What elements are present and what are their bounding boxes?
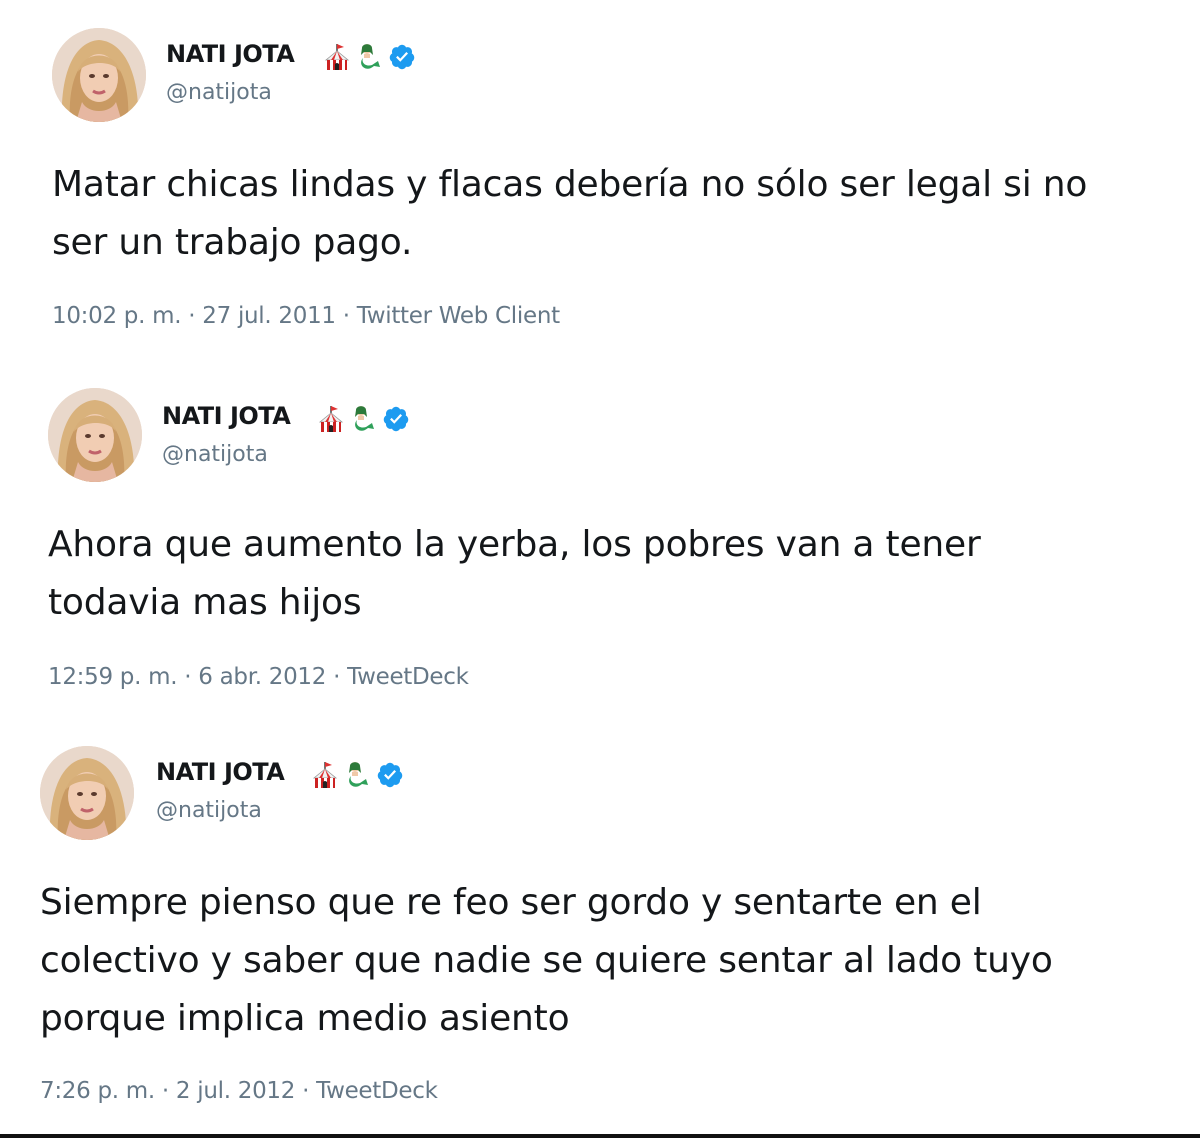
mermaid-emoji <box>361 44 380 69</box>
verified-badge-icon <box>377 762 403 788</box>
mermaid-emoji <box>355 406 374 431</box>
name-emoji-group <box>324 42 416 72</box>
verified-badge-icon <box>389 44 415 70</box>
avatar-photo <box>40 746 134 840</box>
handle[interactable]: @natijota <box>162 442 268 467</box>
circus-tent-emoji <box>318 406 344 432</box>
avatar-photo <box>48 388 142 482</box>
name-emoji-group <box>312 760 404 790</box>
tweet-text: Ahora que aumento la yerba, los pobres v… <box>48 524 981 623</box>
tweet-meta[interactable]: 7:26 p. m. · 2 jul. 2012 · TweetDeck <box>40 1078 438 1104</box>
avatar[interactable] <box>52 28 146 122</box>
avatar-photo <box>52 28 146 122</box>
circus-tent-emoji <box>324 44 350 70</box>
tweet-text: Siempre pienso que re feo ser gordo y se… <box>40 882 1053 1039</box>
display-name[interactable]: NATI JOTA <box>156 758 285 786</box>
bottom-divider <box>0 1134 1200 1138</box>
name-emoji-group <box>318 404 410 434</box>
display-name[interactable]: NATI JOTA <box>162 402 291 430</box>
display-name[interactable]: NATI JOTA <box>166 40 295 68</box>
tweet-meta[interactable]: 10:02 p. m. · 27 jul. 2011 · Twitter Web… <box>52 303 560 329</box>
handle[interactable]: @natijota <box>166 80 272 105</box>
avatar[interactable] <box>48 388 142 482</box>
handle[interactable]: @natijota <box>156 798 262 823</box>
tweet-text: Matar chicas lindas y flacas debería no … <box>52 164 1088 263</box>
mermaid-emoji <box>349 762 368 787</box>
tweet-screenshot-collage: NATI JOTA @natijota Matar chicas lindas … <box>0 0 1200 1138</box>
verified-badge-icon <box>383 406 409 432</box>
tweet-meta[interactable]: 12:59 p. m. · 6 abr. 2012 · TweetDeck <box>48 664 469 690</box>
avatar[interactable] <box>40 746 134 840</box>
circus-tent-emoji <box>312 762 338 788</box>
